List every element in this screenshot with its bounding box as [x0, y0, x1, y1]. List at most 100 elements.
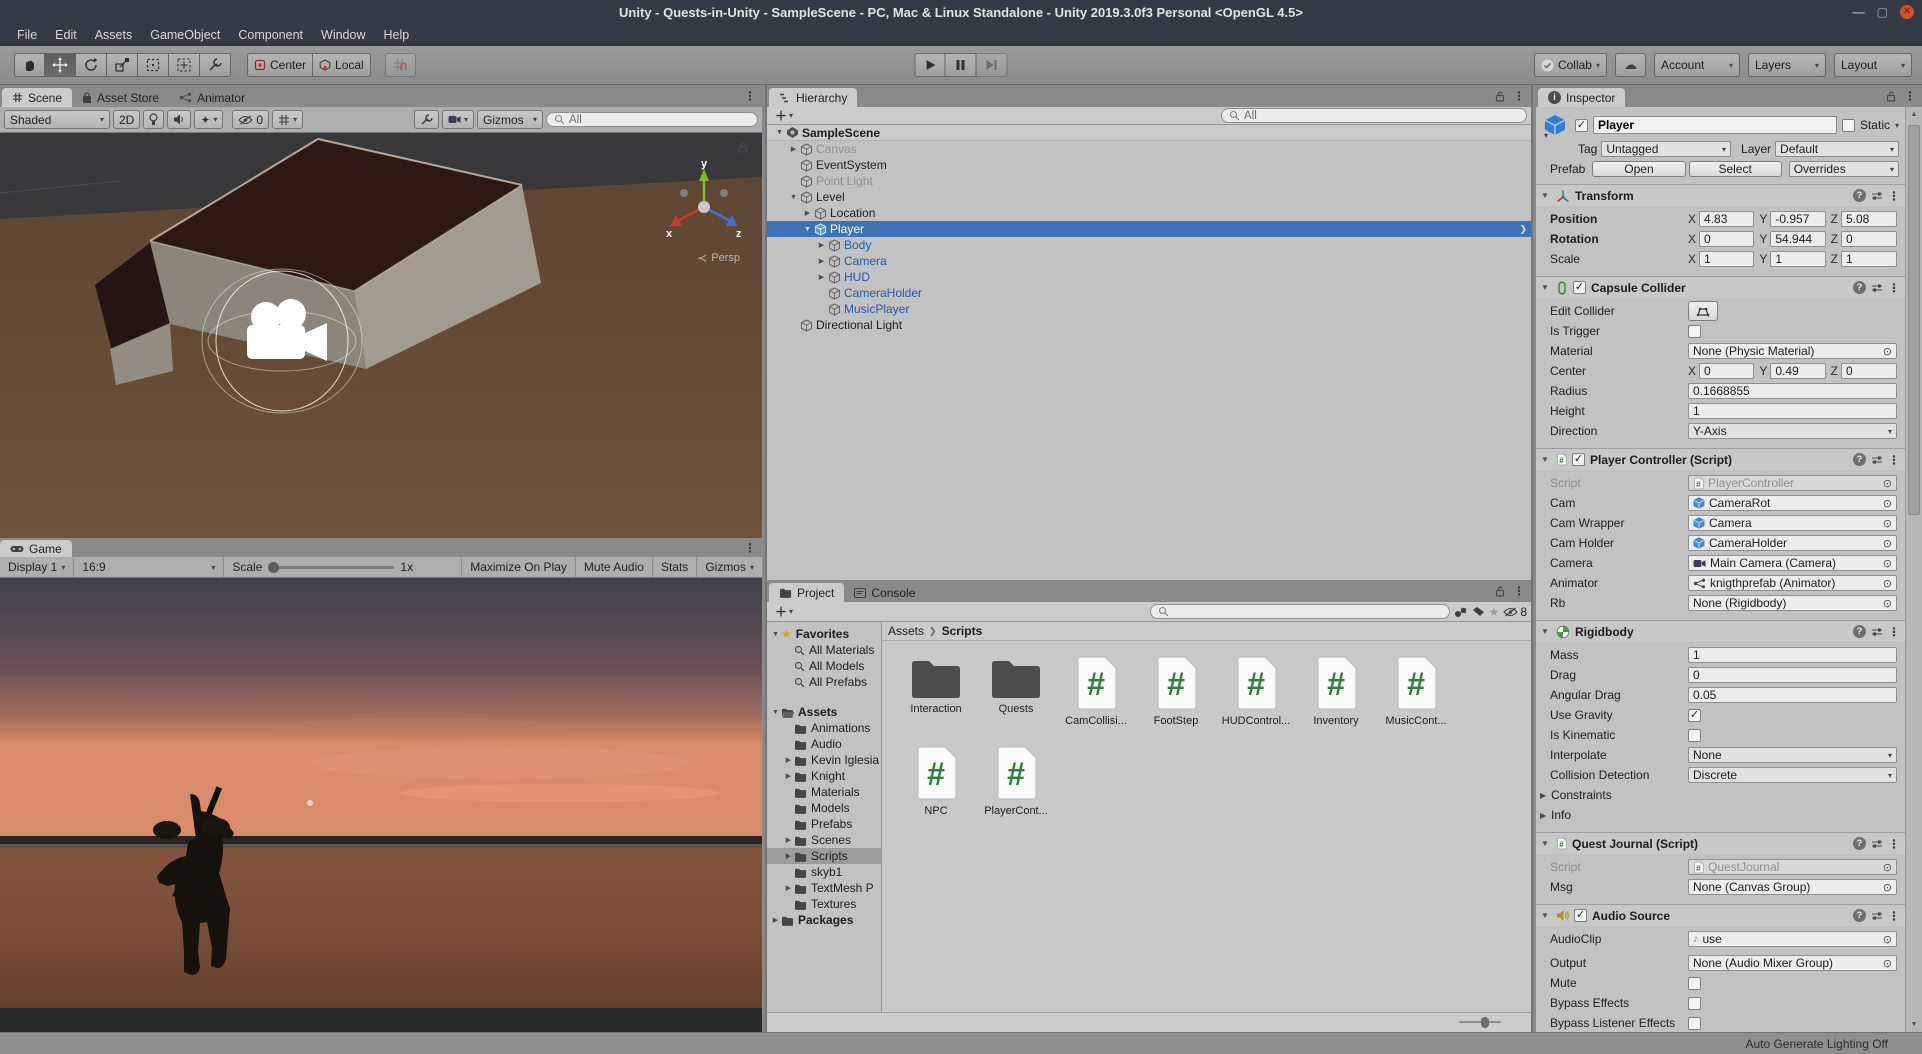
project-tree-item-all-prefabs[interactable]: All Prefabs [767, 674, 881, 690]
gameobject-icon-wrap[interactable]: ▾ [1542, 113, 1570, 137]
center-z-field[interactable]: 0 [1841, 363, 1897, 379]
mass-field[interactable]: 1 [1688, 647, 1897, 663]
object-picker-icon[interactable]: ⊙ [1883, 517, 1892, 530]
scene-audio-button[interactable] [167, 110, 191, 129]
scene-tools-button[interactable] [414, 110, 439, 129]
foldout-icon[interactable]: ▼ [1541, 911, 1551, 920]
edit-collider-button[interactable] [1688, 301, 1718, 321]
height-field[interactable]: 1 [1688, 403, 1897, 419]
scale-x-field[interactable]: 1 [1699, 251, 1754, 267]
account-dropdown[interactable]: Account▾ [1654, 53, 1740, 77]
tab-inspector[interactable]: i Inspector [1538, 88, 1625, 107]
project-tree-item-scripts[interactable]: ▶Scripts [767, 848, 881, 864]
hierarchy-add-button[interactable]: ＋▾ [771, 107, 797, 124]
component-enabled-checkbox[interactable]: ✓ [1572, 453, 1585, 466]
tab-asset-store[interactable]: Asset Store [72, 88, 169, 107]
project-tree-item-skyb1[interactable]: skyb1 [767, 864, 881, 880]
rotate-tool-button[interactable] [76, 53, 107, 77]
position-z-field[interactable]: 5.08 [1841, 211, 1897, 227]
expander-icon[interactable]: ▼ [770, 631, 781, 638]
toggle-2d-button[interactable]: 2D [113, 110, 140, 129]
hierarchy-lock-icon[interactable] [1495, 90, 1505, 102]
transform-tool-button[interactable] [169, 53, 200, 77]
prefab-nav-icon[interactable]: ❯ [1519, 224, 1527, 235]
breadcrumb-scripts[interactable]: Scripts [942, 624, 983, 638]
layout-dropdown[interactable]: Layout▾ [1834, 53, 1912, 77]
prefab-overrides-dropdown[interactable]: Overrides▾ [1789, 161, 1899, 177]
cam-wrapper-object-field[interactable]: Camera⊙ [1688, 515, 1897, 531]
close-button[interactable]: ✕ [1900, 5, 1914, 19]
layers-dropdown[interactable]: Layers▾ [1748, 53, 1826, 77]
output-object-field[interactable]: None (Audio Mixer Group)⊙ [1688, 955, 1897, 971]
asset-playercont-[interactable]: # PlayerCont... [976, 745, 1056, 817]
menu-edit[interactable]: Edit [46, 28, 86, 42]
minimize-button[interactable]: — [1853, 5, 1865, 19]
thumbnail-zoom-thumb[interactable] [1481, 1017, 1489, 1028]
component-header[interactable]: ▼ #✓ Player Controller (Script) ? ⋮ [1536, 448, 1905, 470]
project-tree-item-prefabs[interactable]: Prefabs [767, 816, 881, 832]
menu-gameobject[interactable]: GameObject [141, 28, 229, 42]
component-menu-icon[interactable]: ⋮ [1888, 453, 1900, 467]
expander-icon[interactable]: ▶ [815, 241, 828, 249]
hierarchy-item-samplescene[interactable]: ▼SampleScene [767, 125, 1531, 141]
object-picker-icon[interactable]: ⊙ [1883, 477, 1892, 490]
bypass-effects-checkbox[interactable] [1688, 997, 1701, 1010]
msg-object-field[interactable]: None (Canvas Group)⊙ [1688, 879, 1897, 895]
project-tree-item-all-models[interactable]: All Models [767, 658, 881, 674]
hierarchy-item-location[interactable]: ▶Location [767, 205, 1531, 221]
project-tree-item-knight[interactable]: ▶Knight [767, 768, 881, 784]
constraints-foldout[interactable]: ▶Constraints [1536, 786, 1905, 804]
rotation-x-field[interactable]: 0 [1699, 231, 1754, 247]
script-object-field[interactable]: #QuestJournal⊙ [1688, 859, 1897, 875]
object-picker-icon[interactable]: ⊙ [1883, 957, 1892, 970]
rb-object-field[interactable]: None (Rigidbody)⊙ [1688, 595, 1897, 611]
position-y-field[interactable]: -0.957 [1770, 211, 1825, 227]
component-enabled-checkbox[interactable]: ✓ [1573, 281, 1586, 294]
use-gravity-checkbox[interactable]: ✓ [1688, 709, 1701, 722]
asset-interaction[interactable]: Interaction [896, 655, 976, 727]
expander-icon[interactable]: ▶ [815, 273, 828, 281]
favorites-filter-icon[interactable]: ★ [1489, 605, 1500, 619]
menu-component[interactable]: Component [229, 28, 312, 42]
project-search-field[interactable] [1150, 604, 1450, 619]
expander-icon[interactable]: ▼ [773, 129, 786, 136]
component-menu-icon[interactable]: ⋮ [1888, 909, 1900, 923]
is-kinematic-checkbox[interactable] [1688, 729, 1701, 742]
hidden-objects-button[interactable]: 0 [232, 110, 269, 129]
component-header[interactable]: ▼ ✓ Capsule Collider ? ⋮ [1536, 276, 1905, 298]
rotation-z-field[interactable]: 0 [1841, 231, 1897, 247]
inspector-menu-icon[interactable]: ⋮ [1904, 89, 1916, 103]
scene-menu-icon[interactable]: ⋮ [744, 89, 756, 103]
project-tree-item-all-materials[interactable]: All Materials [767, 642, 881, 658]
component-header[interactable]: ▼ # Quest Journal (Script) ? ⋮ [1536, 832, 1905, 854]
drag-field[interactable]: 0 [1688, 667, 1897, 683]
cam-object-field[interactable]: CameraRot⊙ [1688, 495, 1897, 511]
asset-inventory[interactable]: # Inventory [1296, 655, 1376, 727]
gameobject-active-checkbox[interactable]: ✓ [1575, 119, 1588, 132]
project-tree-item-textures[interactable]: Textures [767, 896, 881, 912]
mute-audio-button[interactable]: Mute Audio [576, 557, 653, 577]
help-icon[interactable]: ? [1853, 189, 1866, 202]
hidden-packages-button[interactable]: 8 [1503, 605, 1527, 619]
hierarchy-item-player[interactable]: ▼Player❯ [767, 221, 1531, 237]
hierarchy-item-cameraholder[interactable]: CameraHolder [767, 285, 1531, 301]
component-menu-icon[interactable]: ⋮ [1888, 625, 1900, 639]
shading-mode-dropdown[interactable]: Shaded▾ [4, 110, 110, 129]
scene-gizmos-dropdown[interactable]: Gizmos▾ [477, 110, 543, 129]
tab-game[interactable]: Game [0, 540, 72, 557]
audioclip-object-field[interactable]: ♪use⊙ [1688, 931, 1897, 947]
help-icon[interactable]: ? [1853, 281, 1866, 294]
component-enabled-checkbox[interactable]: ✓ [1574, 909, 1587, 922]
material-object-field[interactable]: None (Physic Material)⊙ [1688, 343, 1897, 359]
foldout-icon[interactable]: ▼ [1541, 455, 1551, 464]
project-tree-item-scenes[interactable]: ▶Scenes [767, 832, 881, 848]
asset-quests[interactable]: Quests [976, 655, 1056, 727]
expander-icon[interactable]: ▶ [783, 836, 794, 844]
object-picker-icon[interactable]: ⊙ [1883, 933, 1892, 946]
scene-lighting-button[interactable] [143, 110, 164, 129]
help-icon[interactable]: ? [1853, 837, 1866, 850]
project-search-input[interactable] [1173, 606, 1442, 618]
expander-icon[interactable]: ▶ [783, 884, 794, 892]
hierarchy-item-camera[interactable]: ▶Camera [767, 253, 1531, 269]
expander-icon[interactable]: ▶ [783, 772, 794, 780]
